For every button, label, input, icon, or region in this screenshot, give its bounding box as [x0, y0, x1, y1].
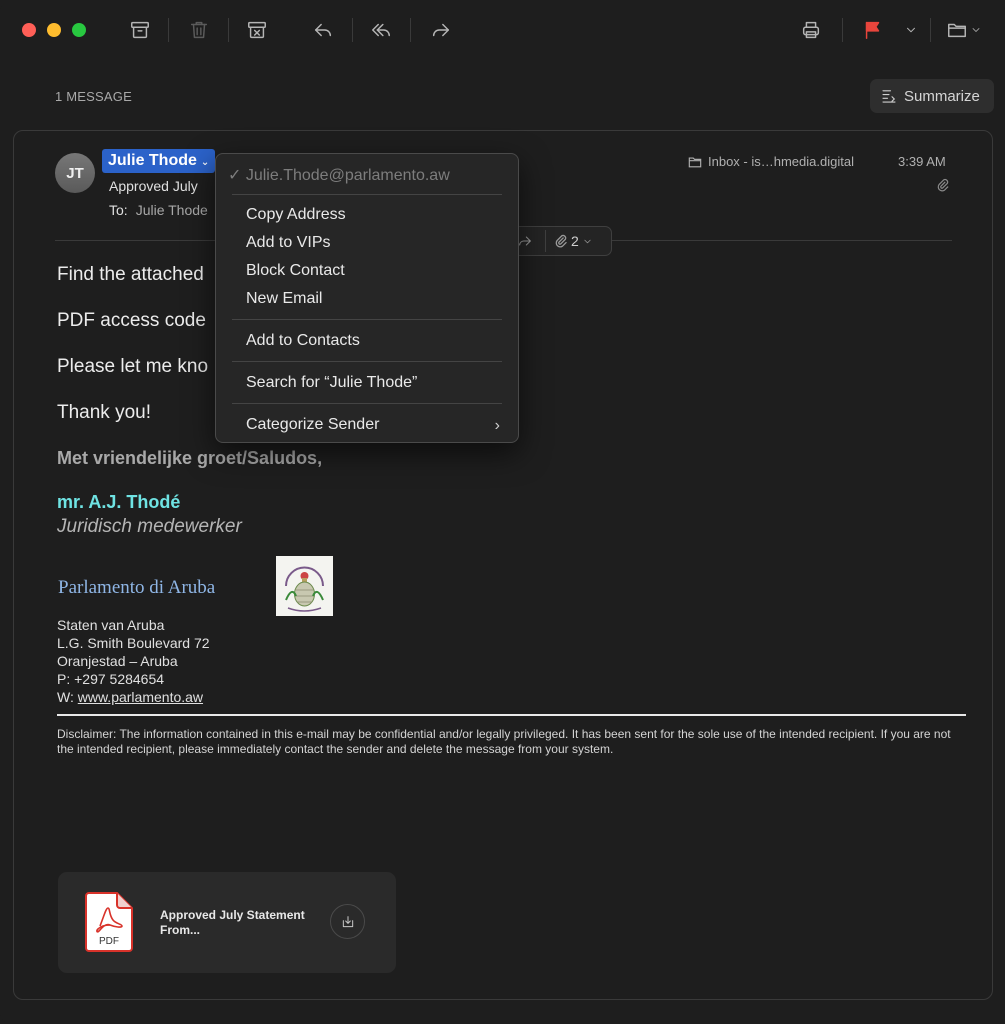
summarize-icon — [882, 90, 896, 103]
menu-item-add-to-contacts[interactable]: Add to Contacts — [246, 332, 360, 350]
paperclip-icon — [936, 178, 950, 192]
menu-item-block-contact[interactable]: Block Contact — [246, 262, 345, 280]
signature-name: mr. A.J. Thodé — [57, 492, 181, 512]
disclaimer: Disclaimer: The information contained in… — [57, 727, 951, 756]
minimize-window-button[interactable] — [47, 23, 61, 37]
body-line: Thank you! — [57, 402, 151, 423]
message-subject: Approved July — [109, 178, 198, 194]
forward-icon[interactable] — [517, 233, 533, 249]
address-line: Staten van Aruba — [57, 617, 165, 633]
menu-sender-address[interactable]: ✓ Julie.Thode@parlamento.aw — [228, 165, 450, 185]
chevron-down-icon — [584, 239, 591, 243]
attachment-count: 2 — [571, 233, 579, 249]
message-count: 1 MESSAGE — [55, 89, 132, 104]
message-hover-actions: 2 — [508, 226, 612, 256]
signature-role: Juridisch medewerker — [57, 516, 242, 537]
mailbox-label: Inbox - is…hmedia.digital — [708, 154, 854, 169]
attachment-title: Approved July Statement From... — [160, 908, 305, 937]
menu-item-search-sender[interactable]: Search for “Julie Thode” — [246, 374, 417, 392]
chevron-down-icon: ⌄ — [200, 157, 210, 168]
forward-icon[interactable] — [426, 16, 456, 44]
chevron-right-icon: › — [494, 417, 500, 434]
sender-name-text: Julie Thode — [108, 152, 197, 169]
print-icon[interactable] — [796, 16, 826, 44]
trash-icon[interactable] — [184, 16, 214, 44]
website-link[interactable]: www.parlamento.aw — [78, 689, 203, 705]
sender-name[interactable]: Julie Thode ⌄ — [102, 149, 216, 173]
pdf-file-icon: PDF — [84, 892, 134, 953]
body-line: PDF access code — [57, 310, 206, 331]
folder-icon — [688, 156, 702, 167]
zoom-window-button[interactable] — [72, 23, 86, 37]
archive-icon[interactable] — [125, 16, 155, 44]
greeting: Met vriendelijke groet/Saludos, — [57, 448, 323, 468]
close-window-button[interactable] — [22, 23, 36, 37]
summarize-button[interactable]: Summarize — [870, 79, 994, 113]
summarize-label: Summarize — [904, 87, 980, 105]
menu-separator — [232, 361, 502, 362]
menu-item-new-email[interactable]: New Email — [246, 290, 322, 308]
body-line: Find the attached — [57, 264, 204, 285]
mail-window: 1 MESSAGE Summarize JT Julie Thode ⌄ Appr… — [0, 0, 1005, 1024]
pdf-type-label: PDF — [99, 936, 119, 947]
to-line: To: Julie Thode — [109, 202, 208, 218]
download-button[interactable] — [330, 904, 365, 939]
menu-separator — [232, 403, 502, 404]
paperclip-icon — [555, 234, 567, 248]
website-line: W: www.parlamento.aw — [57, 689, 203, 705]
menu-separator — [232, 194, 502, 195]
menu-item-copy-address[interactable]: Copy Address — [246, 206, 346, 224]
reply-icon[interactable] — [308, 16, 338, 44]
message-time: 3:39 AM — [898, 154, 946, 169]
menu-item-categorize-sender[interactable]: Categorize Sender — [246, 416, 379, 434]
mailbox-location[interactable]: Inbox - is…hmedia.digital — [688, 154, 854, 169]
toolbar — [0, 0, 1005, 62]
move-folder-icon[interactable] — [944, 16, 984, 44]
avatar[interactable]: JT — [55, 153, 95, 193]
phone-line: P: +297 5284654 — [57, 671, 165, 687]
address-line: Oranjestad – Aruba — [57, 653, 178, 669]
website-label: W: — [57, 689, 78, 705]
organization-name: Parlamento di Aruba — [58, 577, 216, 598]
attachments-button[interactable]: 2 — [545, 230, 593, 252]
flag-icon[interactable] — [858, 16, 888, 44]
body-line: Please let me kno — [57, 356, 209, 377]
reply-all-icon[interactable] — [366, 16, 396, 44]
menu-item-add-to-vips[interactable]: Add to VIPs — [246, 234, 331, 252]
sender-context-menu: ✓ Julie.Thode@parlamento.aw Copy Address… — [215, 153, 519, 443]
parliament-seal-logo — [276, 556, 333, 616]
address-line: L.G. Smith Boulevard 72 — [57, 635, 210, 651]
to-recipient[interactable]: Julie Thode — [136, 202, 208, 218]
signature-divider — [57, 714, 966, 716]
menu-separator — [232, 319, 502, 320]
junk-icon[interactable] — [242, 16, 272, 44]
download-icon — [342, 915, 353, 927]
to-label: To: — [109, 202, 128, 218]
flag-menu-chevron-icon[interactable] — [896, 16, 926, 44]
